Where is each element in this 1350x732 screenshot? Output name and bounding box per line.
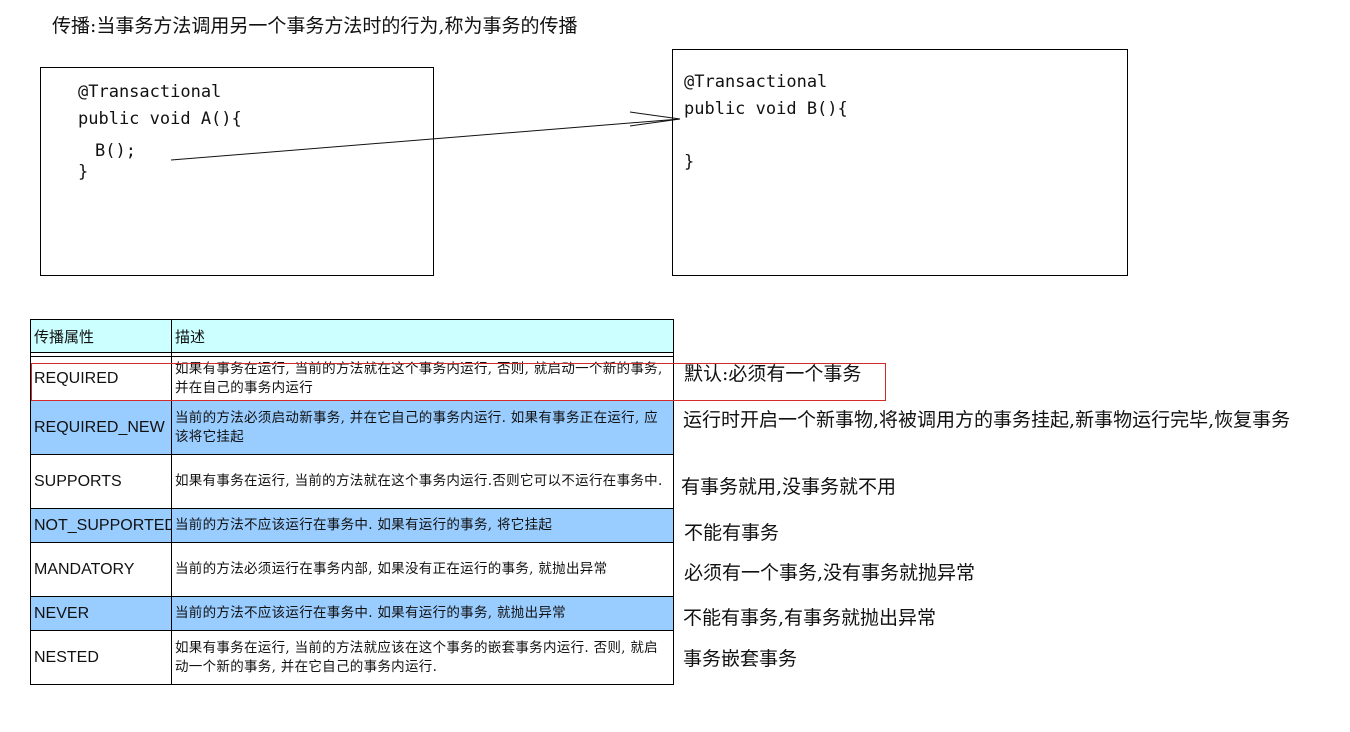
note-required-new: 运行时开启一个新事物,将被调用方的事务挂起,新事物运行完毕,恢复事务 [683,409,1291,431]
table-header-row: 传播属性 描述 [30,319,674,353]
method-b-signature: public void B(){ [684,99,848,119]
method-a-call: B(); [95,141,136,161]
propagation-desc: 当前的方法不应该运行在事务中. 如果有运行的事务, 将它挂起 [171,508,674,543]
method-b-annotation: @Transactional [684,72,828,92]
note-never: 不能有事务,有事务就抛出异常 [683,607,937,629]
table-row: SUPPORTS 如果有事务在运行, 当前的方法就在这个事务内运行.否则它可以不… [30,454,674,509]
propagation-name: NOT_SUPPORTED [30,508,172,543]
propagation-name: REQUIRED [30,356,172,401]
propagation-name: NESTED [30,630,172,685]
propagation-desc: 如果有事务在运行, 当前的方法就在这个事务内运行, 否则, 就启动一个新的事务,… [171,356,674,401]
propagation-name: MANDATORY [30,542,172,597]
method-b-box: @Transactional public void B(){ } [672,49,1128,276]
page-heading: 传播:当事务方法调用另一个事务方法时的行为,称为事务的传播 [52,15,578,37]
method-a-signature: public void A(){ [78,109,242,129]
note-supports: 有事务就用,没事务就不用 [681,476,897,498]
header-description: 描述 [171,319,674,353]
propagation-desc: 如果有事务在运行, 当前的方法就在这个事务内运行.否则它可以不运行在事务中. [171,454,674,509]
note-not-supported: 不能有事务 [684,522,780,544]
method-a-annotation: @Transactional [78,82,222,102]
method-b-close: } [684,152,695,172]
method-a-close: } [78,162,89,182]
table-row: NOT_SUPPORTED 当前的方法不应该运行在事务中. 如果有运行的事务, … [30,508,674,543]
propagation-desc: 当前的方法必须运行在事务内部, 如果没有正在运行的事务, 就抛出异常 [171,542,674,597]
propagation-desc: 当前的方法必须启动新事务, 并在它自己的事务内运行. 如果有事务正在运行, 应该… [171,400,674,455]
propagation-desc: 当前的方法不应该运行在事务中. 如果有运行的事务, 就抛出异常 [171,596,674,631]
propagation-name: SUPPORTS [30,454,172,509]
propagation-name: REQUIRED_NEW [30,400,172,455]
note-mandatory: 必须有一个事务,没有事务就抛异常 [684,562,976,584]
table-row: REQUIRED_NEW 当前的方法必须启动新事务, 并在它自己的事务内运行. … [30,400,674,455]
note-required: 默认:必须有一个事务 [684,363,862,385]
propagation-table: 传播属性 描述 REQUIRED 如果有事务在运行, 当前的方法就在这个事务内运… [30,319,674,685]
note-nested: 事务嵌套事务 [683,648,798,670]
table-row: REQUIRED 如果有事务在运行, 当前的方法就在这个事务内运行, 否则, 就… [30,356,674,401]
table-row: NEVER 当前的方法不应该运行在事务中. 如果有运行的事务, 就抛出异常 [30,596,674,631]
table-row: MANDATORY 当前的方法必须运行在事务内部, 如果没有正在运行的事务, 就… [30,542,674,597]
header-propagation: 传播属性 [30,319,172,353]
propagation-desc: 如果有事务在运行, 当前的方法就应该在这个事务的嵌套事务内运行. 否则, 就启动… [171,630,674,685]
table-row: NESTED 如果有事务在运行, 当前的方法就应该在这个事务的嵌套事务内运行. … [30,630,674,685]
propagation-name: NEVER [30,596,172,631]
method-a-box: @Transactional public void A(){ B(); } [40,67,434,276]
